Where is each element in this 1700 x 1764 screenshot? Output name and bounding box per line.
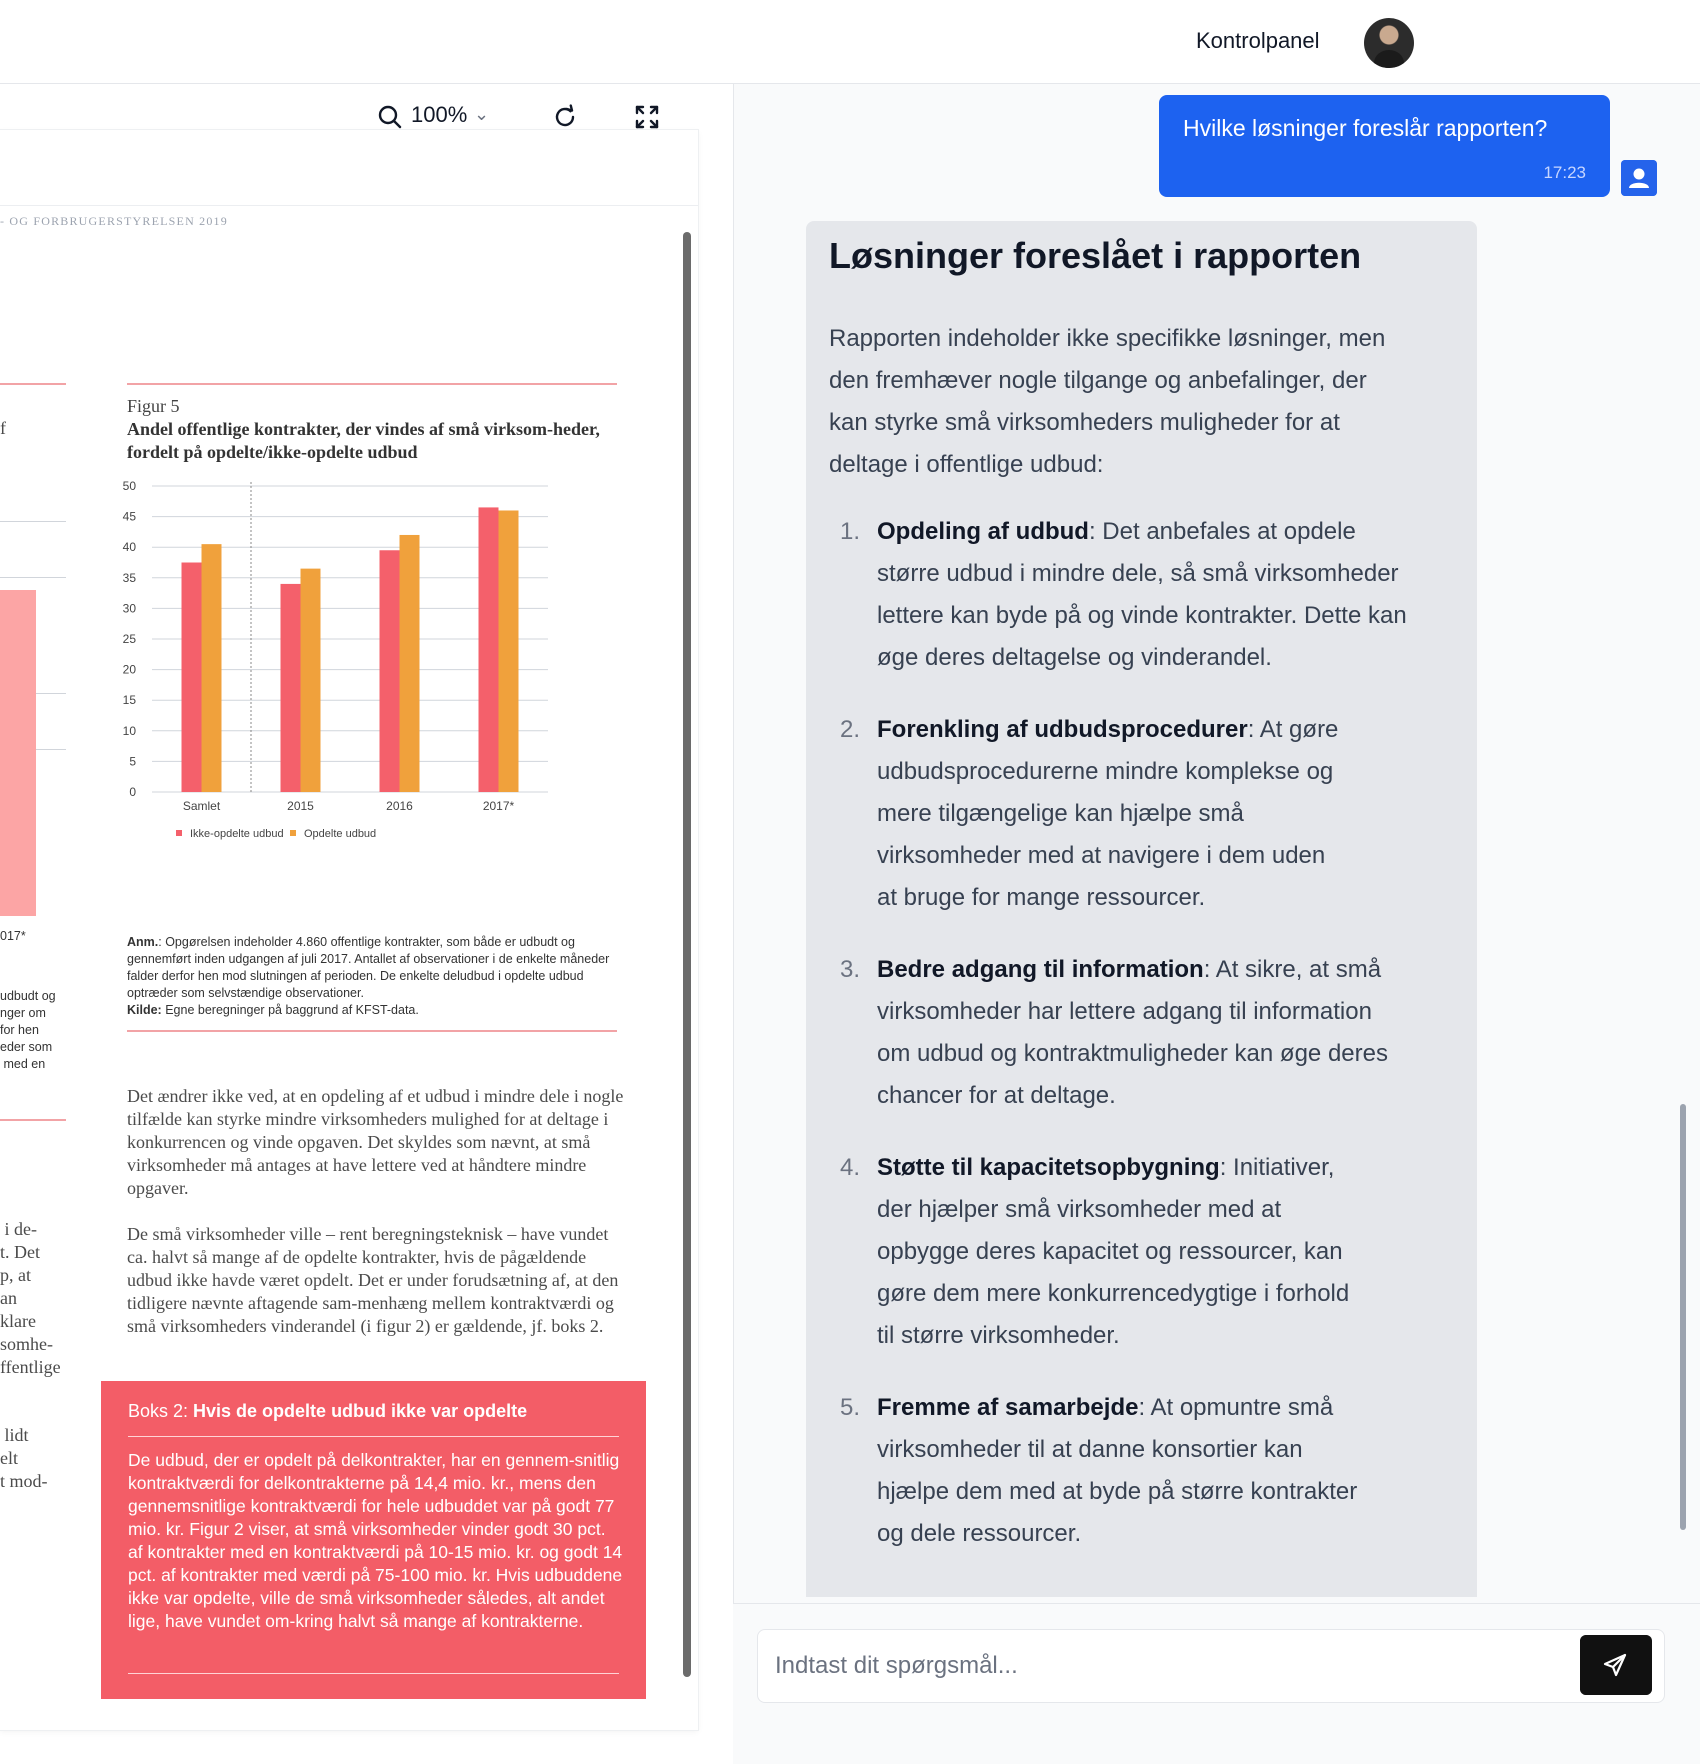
bar-opdelte [201,544,222,792]
bar-ikke-opdelte [379,550,400,792]
answer-intro: Rapporten indeholder ikke specifikke løs… [829,325,1386,478]
list-text: : At gøre udbudsprocedurerne mindre komp… [877,716,1339,911]
paragraph: De små virksomheder ville – rent beregni… [127,1224,619,1336]
list-number: 5. [840,1394,861,1421]
divider [0,1119,66,1121]
y-tick-label: 10 [123,724,137,738]
list-item: 4. Støtte til kapacitetsopbygning: Initia… [829,1147,1359,1357]
y-tick-label: 15 [123,693,137,707]
list-heading: Fremme af samarbejde [877,1394,1139,1421]
cropped-paragraph: i de- t. Det p, at an klare somhe- ffent… [0,1219,61,1377]
source-text: Egne beregninger på baggrund af KFST-dat… [161,1003,419,1017]
chat-input-box [757,1629,1665,1703]
list-number: 1. [840,518,861,545]
running-header: - OG FORBRUGERSTYRELSEN 2019 [0,214,228,228]
list-heading: Opdeling af udbud [877,518,1089,545]
x-tick-label: Samlet [183,799,221,813]
cropped-chart-bar [0,590,36,916]
y-tick-label: 30 [123,601,137,615]
list-item: 2. Forenkling af udbudsprocedurer: At gør… [829,709,1349,919]
list-item: 3. Bedre adgang til information: At sikre… [829,949,1404,1117]
box-text: De udbud, der er opdelt på delkontrakter… [128,1450,623,1631]
nav-dashboard-link[interactable]: Kontrolpanel [1196,28,1320,54]
y-tick-label: 35 [123,571,137,585]
list-heading: Bedre adgang til information [877,956,1204,983]
note-label: Anm. [127,935,159,949]
bar-opdelte [300,568,321,792]
paragraph: Det ændrer ikke ved, at en opdeling af e… [127,1086,624,1198]
legend-swatch [290,830,296,836]
bar-ikke-opdelte [181,562,202,792]
user-icon [1621,160,1657,196]
y-tick-label: 50 [123,479,137,493]
bar-ikke-opdelte [478,507,499,792]
user-message-bubble: Hvilke løsninger foreslår rapporten? 17:… [1159,95,1610,197]
y-tick-label: 40 [123,540,137,554]
cropped-text: f [0,418,6,438]
bar-ikke-opdelte [280,583,301,792]
y-tick-label: 0 [129,785,136,799]
cropped-note: udbudt og nger om for hen eder som med e… [0,989,56,1071]
x-tick-label: 2016 [386,799,413,813]
list-number: 4. [840,1154,861,1181]
gridline [0,521,66,522]
figure-top-rule [127,383,617,385]
legend-label: Opdelte udbud [304,828,376,840]
answer-list: 1. Opdeling af udbud: Det anbefales at op… [829,511,1449,1555]
divider [0,383,66,385]
list-item: 5. Fremme af samarbejde: At opmuntre små … [829,1387,1359,1555]
user-message-text: Hvilke løsninger foreslår rapporten? [1183,115,1548,141]
send-button[interactable] [1580,1635,1652,1695]
chevron-down-icon[interactable]: ⌄ [474,104,489,125]
box-rule [128,1436,619,1437]
message-timestamp: 17:23 [1543,163,1586,182]
fullscreen-icon[interactable] [633,103,661,131]
box-rule [128,1673,619,1674]
figure-bottom-rule [127,1030,617,1032]
cropped-tick-label: 017* [0,929,26,943]
info-box: Boks 2: Hvis de opdelte udbud ikke var o… [101,1381,646,1699]
note-text: : Opgørelsen indeholder 4.860 offentlige… [127,935,610,1000]
list-number: 3. [840,956,861,983]
cropped-paragraph: lidt elt t mod- [0,1425,48,1491]
list-number: 2. [840,716,861,743]
figure-title: Andel offentlige kontrakter, der vindes … [127,419,600,462]
bar-chart: Pct.05101520253035404550Samlet2015201620… [123,479,548,840]
bar-opdelte [399,534,420,792]
viewer-toolbar [0,130,698,206]
zoom-icon[interactable] [377,104,403,130]
list-heading: Forenkling af udbudsprocedurer [877,716,1248,743]
assistant-message-bubble: Løsninger foreslået i rapporten Rapporte… [806,221,1477,1597]
document-scrollbar[interactable] [683,232,691,1677]
box-title: Boks 2: Hvis de opdelte udbud ikke var o… [128,1401,527,1422]
list-item: 1. Opdeling af udbud: Det anbefales at op… [829,511,1414,679]
x-tick-label: 2017* [483,799,515,813]
figure-note: Anm.: Opgørelsen indeholder 4.860 offent… [127,934,627,1019]
y-tick-label: 20 [123,663,137,677]
x-tick-label: 2015 [287,799,314,813]
answer-title: Løsninger foreslået i rapporten [829,235,1362,276]
y-tick-label: 45 [123,510,137,524]
y-tick-label: 5 [129,754,136,768]
source-label: Kilde: [127,1003,162,1017]
question-input[interactable] [775,1644,1555,1688]
list-heading: Støtte til kapacitetsopbygning [877,1154,1220,1181]
legend-label: Ikke-opdelte udbud [190,828,284,840]
y-tick-label: 25 [123,632,137,646]
list-text: : Initiativer, der hjælper små virksomhe… [877,1154,1350,1349]
box-prefix: Boks 2: [128,1401,194,1421]
bar-opdelte [498,510,519,792]
rotate-icon[interactable] [551,103,579,131]
gridline [0,577,66,578]
chat-scrollbar[interactable] [1680,1104,1686,1530]
zoom-level[interactable]: 100% [411,102,467,128]
box-heading: Hvis de opdelte udbud ikke var opdelte [193,1401,528,1421]
user-avatar[interactable] [1364,18,1414,68]
figure-number: Figur 5 [127,396,180,416]
legend-swatch [176,830,182,836]
top-bar: Kontrolpanel [0,0,1700,84]
